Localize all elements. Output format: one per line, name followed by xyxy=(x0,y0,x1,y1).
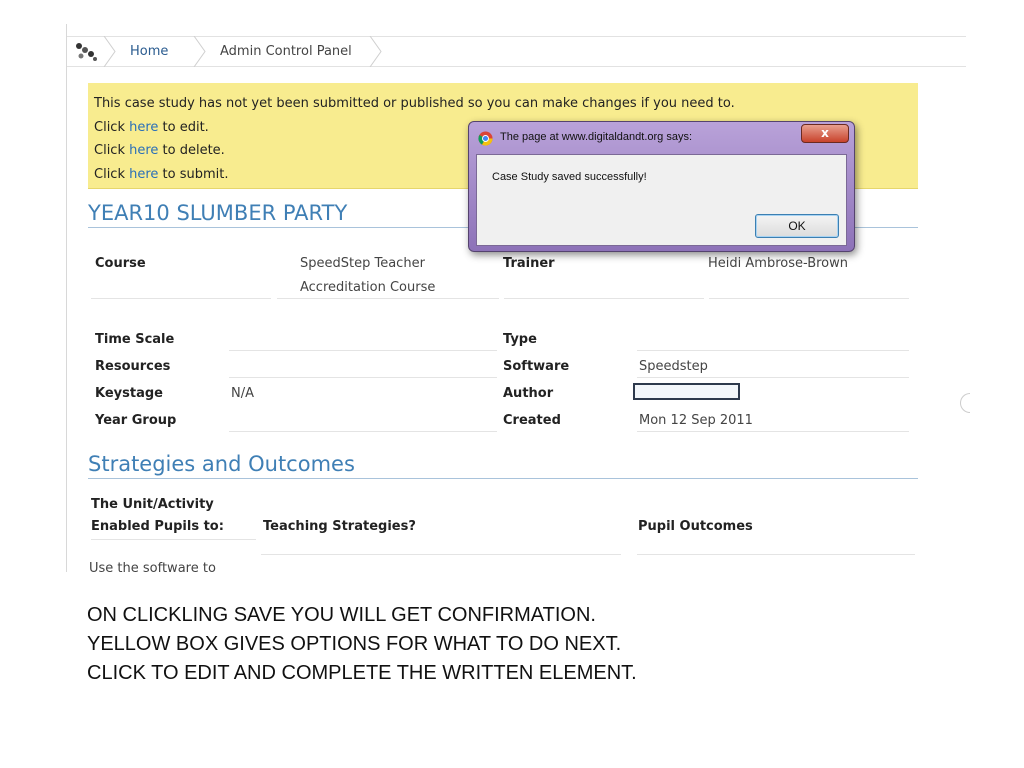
author-value-redacted xyxy=(633,383,740,400)
breadcrumb-home-link[interactable]: Home xyxy=(130,44,168,59)
breadcrumb-separator-icon xyxy=(193,36,206,67)
breadcrumb-separator-icon xyxy=(103,36,116,67)
chrome-icon xyxy=(478,131,493,146)
notice-message: This case study has not yet been submitt… xyxy=(94,96,735,111)
resources-label: Resources xyxy=(95,359,171,374)
caption-line-3: CLICK TO EDIT AND COMPLETE THE WRITTEN E… xyxy=(87,662,637,684)
row-divider xyxy=(709,298,909,299)
course-link-line1[interactable]: SpeedStep Teacher xyxy=(300,256,425,271)
row-divider xyxy=(277,298,499,299)
time-scale-label: Time Scale xyxy=(95,332,175,347)
created-value: Mon 12 Sep 2011 xyxy=(639,413,753,428)
software-label: Software xyxy=(503,359,570,374)
author-label: Author xyxy=(503,386,554,401)
keystage-label: Keystage xyxy=(95,386,163,401)
first-row-text: Use the software to xyxy=(89,561,216,572)
breadcrumb: Home Admin Control Panel xyxy=(67,36,966,67)
software-value: Speedstep xyxy=(639,359,708,374)
row-divider xyxy=(229,377,497,378)
trainer-link[interactable]: Heidi Ambrose-Brown xyxy=(708,256,848,271)
strategies-section-title: Strategies and Outcomes xyxy=(88,452,918,479)
row-divider xyxy=(637,377,909,378)
logo-icon xyxy=(76,43,97,61)
trainer-label: Trainer xyxy=(503,256,555,271)
edit-link[interactable]: here xyxy=(129,120,158,135)
dialog-close-button[interactable]: x xyxy=(801,124,849,143)
year-group-label: Year Group xyxy=(95,413,177,428)
breadcrumb-admin-link[interactable]: Admin Control Panel xyxy=(220,44,352,59)
enabled-pupils-header: Enabled Pupils to: xyxy=(91,519,224,534)
dialog-message: Case Study saved successfully! xyxy=(492,171,647,183)
course-label: Course xyxy=(95,256,146,271)
slide-caption: ON CLICKLING SAVE YOU WILL GET CONFIRMAT… xyxy=(87,601,987,688)
unit-activity-header: The Unit/Activity xyxy=(91,497,214,512)
row-divider xyxy=(637,350,909,351)
keystage-value: N/A xyxy=(231,386,254,401)
browser-screenshot: Home Admin Control Panel This case study… xyxy=(66,24,966,572)
row-divider xyxy=(637,431,909,432)
delete-link[interactable]: here xyxy=(129,143,158,158)
course-link-line2[interactable]: Accreditation Course xyxy=(300,280,435,295)
submit-link[interactable]: here xyxy=(129,167,158,182)
dialog-body: Case Study saved successfully! OK xyxy=(476,154,847,246)
ok-button[interactable]: OK xyxy=(755,214,839,238)
type-label: Type xyxy=(503,332,537,347)
row-divider xyxy=(637,554,915,555)
caption-line-1: ON CLICKLING SAVE YOU WILL GET CONFIRMAT… xyxy=(87,604,596,626)
caption-line-2: YELLOW BOX GIVES OPTIONS FOR WHAT TO DO … xyxy=(87,633,622,655)
row-divider xyxy=(229,350,497,351)
pupil-outcomes-header: Pupil Outcomes xyxy=(638,519,753,534)
row-divider xyxy=(229,431,497,432)
created-label: Created xyxy=(503,413,561,428)
alert-dialog: The page at www.digitaldandt.org says: x… xyxy=(468,121,855,252)
dialog-title: The page at www.digitaldandt.org says: xyxy=(500,131,693,143)
teaching-strategies-header: Teaching Strategies? xyxy=(263,519,416,534)
row-divider xyxy=(91,539,256,540)
row-divider xyxy=(261,554,621,555)
row-divider xyxy=(504,298,704,299)
breadcrumb-separator-icon xyxy=(369,36,382,67)
row-divider xyxy=(91,298,271,299)
